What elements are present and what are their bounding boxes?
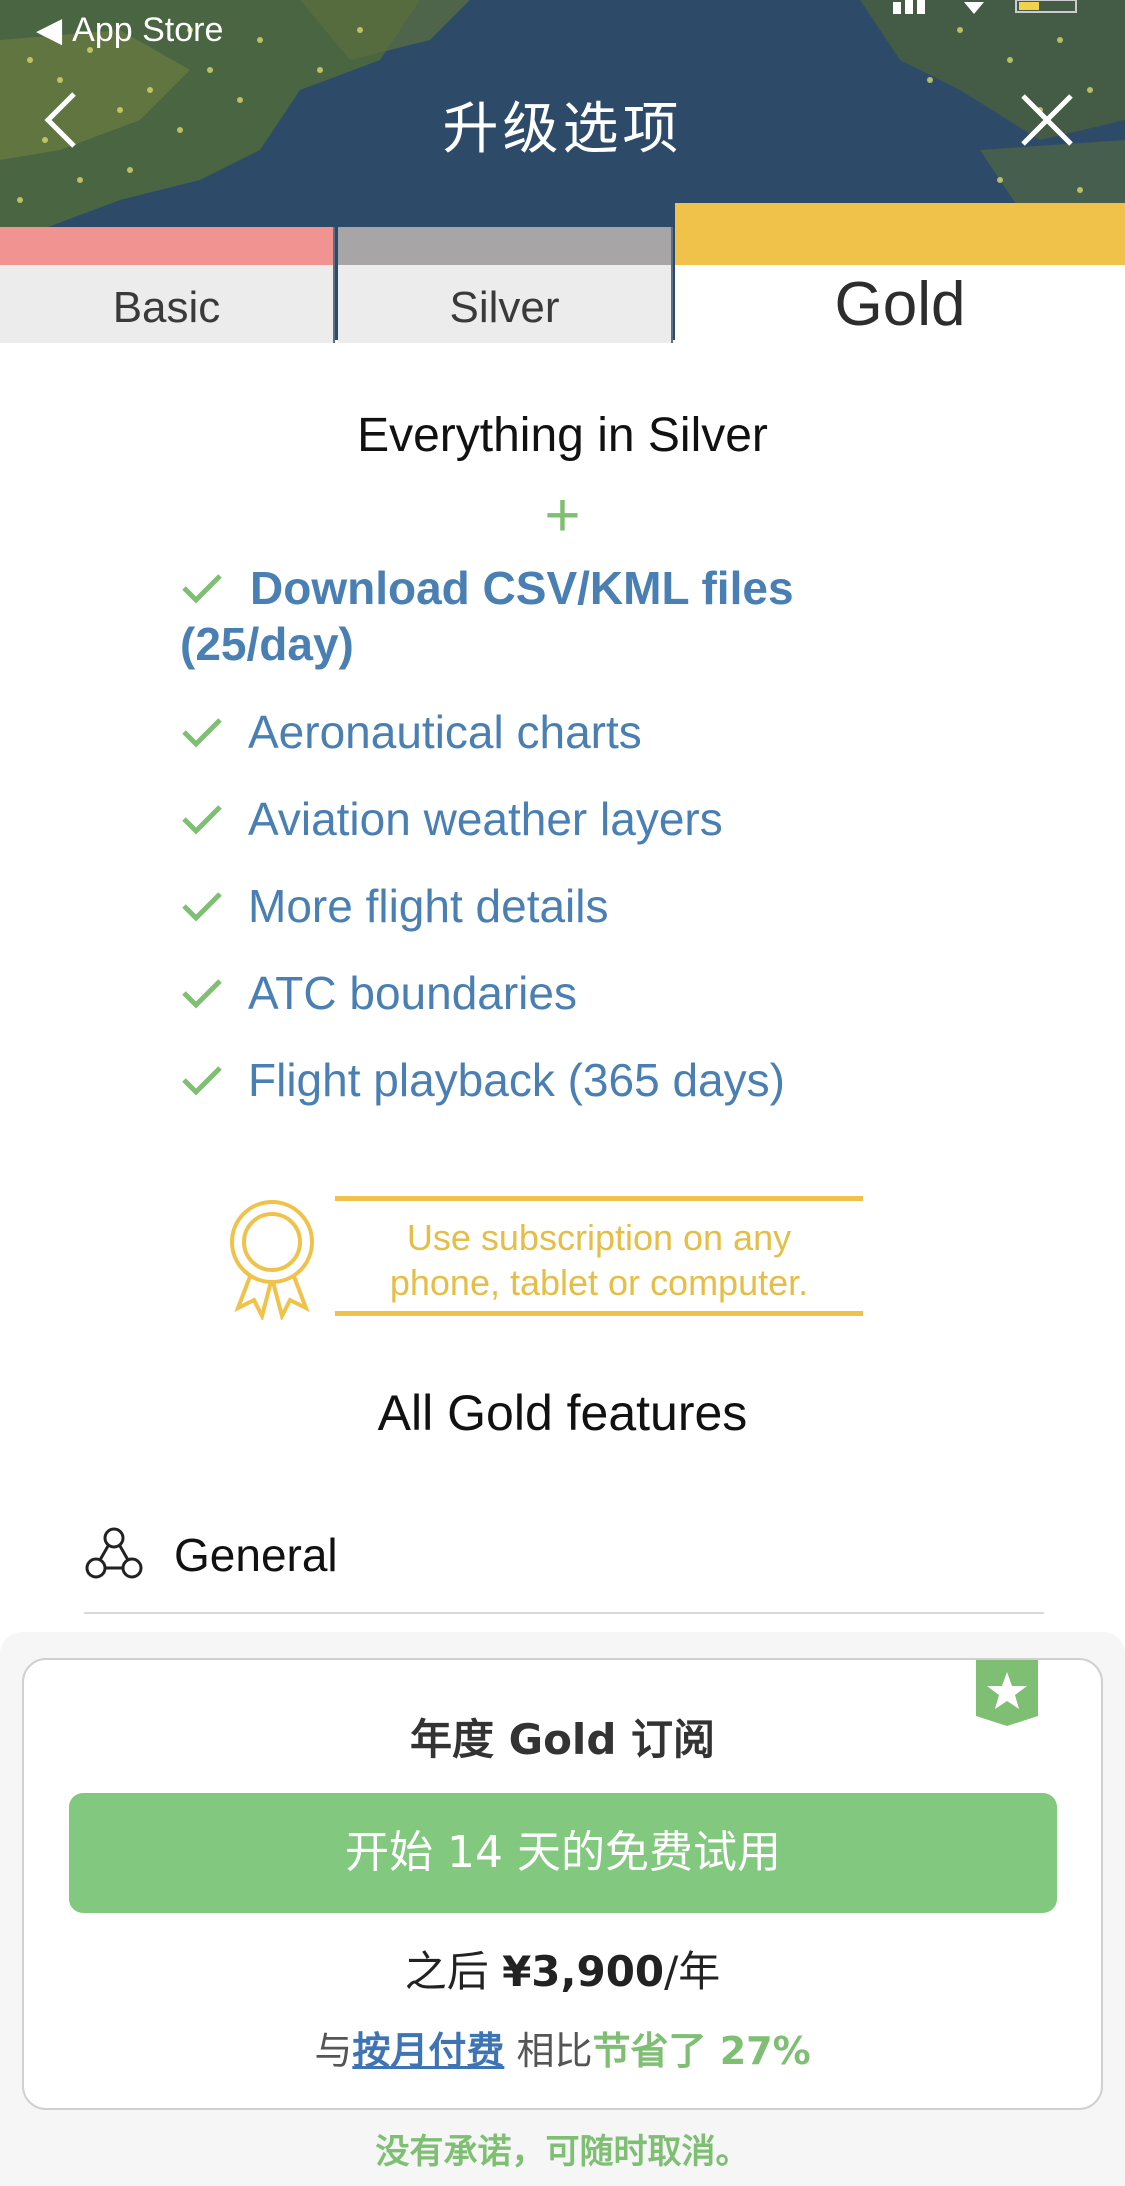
callout-line-2: phone, tablet or computer.: [389, 1262, 809, 1303]
section-general-label: General: [174, 1529, 338, 1581]
everything-in-silver-heading: Everything in Silver: [357, 409, 768, 462]
signal-icon: [893, 0, 925, 14]
tab-silver-label: Silver: [449, 283, 560, 332]
callout-line-1: Use subscription on any: [406, 1217, 792, 1258]
check-icon: [182, 892, 222, 922]
status-back-label: App Store: [72, 10, 224, 49]
check-icon: [182, 805, 222, 835]
savings-line: 与按月付费 相比节省了 27%: [0, 2020, 1125, 2075]
price-prefix: 之后: [404, 1947, 503, 1996]
page-title: 升级选项: [442, 97, 683, 162]
section-general[interactable]: General: [84, 1524, 1044, 1614]
feature-label: ATC boundaries: [248, 967, 577, 1019]
feature-label: More flight details: [248, 880, 609, 932]
check-icon: [182, 979, 222, 1009]
status-back-to-app-store[interactable]: ◀ App Store: [36, 10, 223, 50]
plan-title: 年度 Gold 订阅: [409, 1715, 716, 1764]
tab-silver-color-bar: [338, 227, 671, 265]
close-icon[interactable]: [1017, 90, 1077, 150]
compare-mid: 相比: [516, 2029, 593, 2073]
wifi-icon: [964, 2, 984, 14]
subscription-callout: Use subscription on any phone, tablet or…: [335, 1196, 863, 1316]
check-icon: [182, 718, 222, 748]
tab-basic-color-bar: [0, 227, 333, 265]
tab-gold-color-bar: [675, 203, 1125, 265]
price-amount: ¥3,900: [502, 1947, 665, 1996]
price-line: 之后 ¥3,900/年: [0, 1938, 1125, 1999]
cancel-anytime-note: 没有承诺，可随时取消。: [375, 2132, 750, 2172]
compare-prefix: 与: [314, 2029, 353, 2073]
monthly-payment-link[interactable]: 按月付费: [352, 2029, 504, 2073]
tab-basic-label: Basic: [112, 283, 221, 332]
start-free-trial-button[interactable]: 开始 14 天的免费试用: [69, 1793, 1057, 1913]
battery-icon: [1015, 0, 1077, 13]
tab-gold[interactable]: Gold: [675, 203, 1125, 343]
all-gold-features-heading: All Gold features: [377, 1385, 748, 1441]
feature-label: Aviation weather layers: [248, 793, 723, 845]
plus-icon: +: [544, 481, 581, 550]
tab-basic[interactable]: Basic: [0, 227, 335, 343]
check-icon: [182, 1066, 222, 1096]
tab-gold-label: Gold: [834, 270, 966, 339]
feature-label: Aeronautical charts: [248, 706, 642, 758]
award-ribbon-icon: [230, 1200, 314, 1320]
price-suffix: /年: [664, 1947, 721, 1996]
back-triangle-icon: ◀: [36, 11, 63, 49]
tab-silver[interactable]: Silver: [338, 227, 673, 343]
savings-percent: 节省了 27%: [592, 2029, 811, 2073]
feature-label: Flight playback (365 days): [248, 1054, 785, 1106]
status-indicators: [893, 0, 1085, 18]
feature-label: Download CSV/KML files (25/day): [180, 562, 794, 670]
network-nodes-icon: [85, 1527, 143, 1579]
